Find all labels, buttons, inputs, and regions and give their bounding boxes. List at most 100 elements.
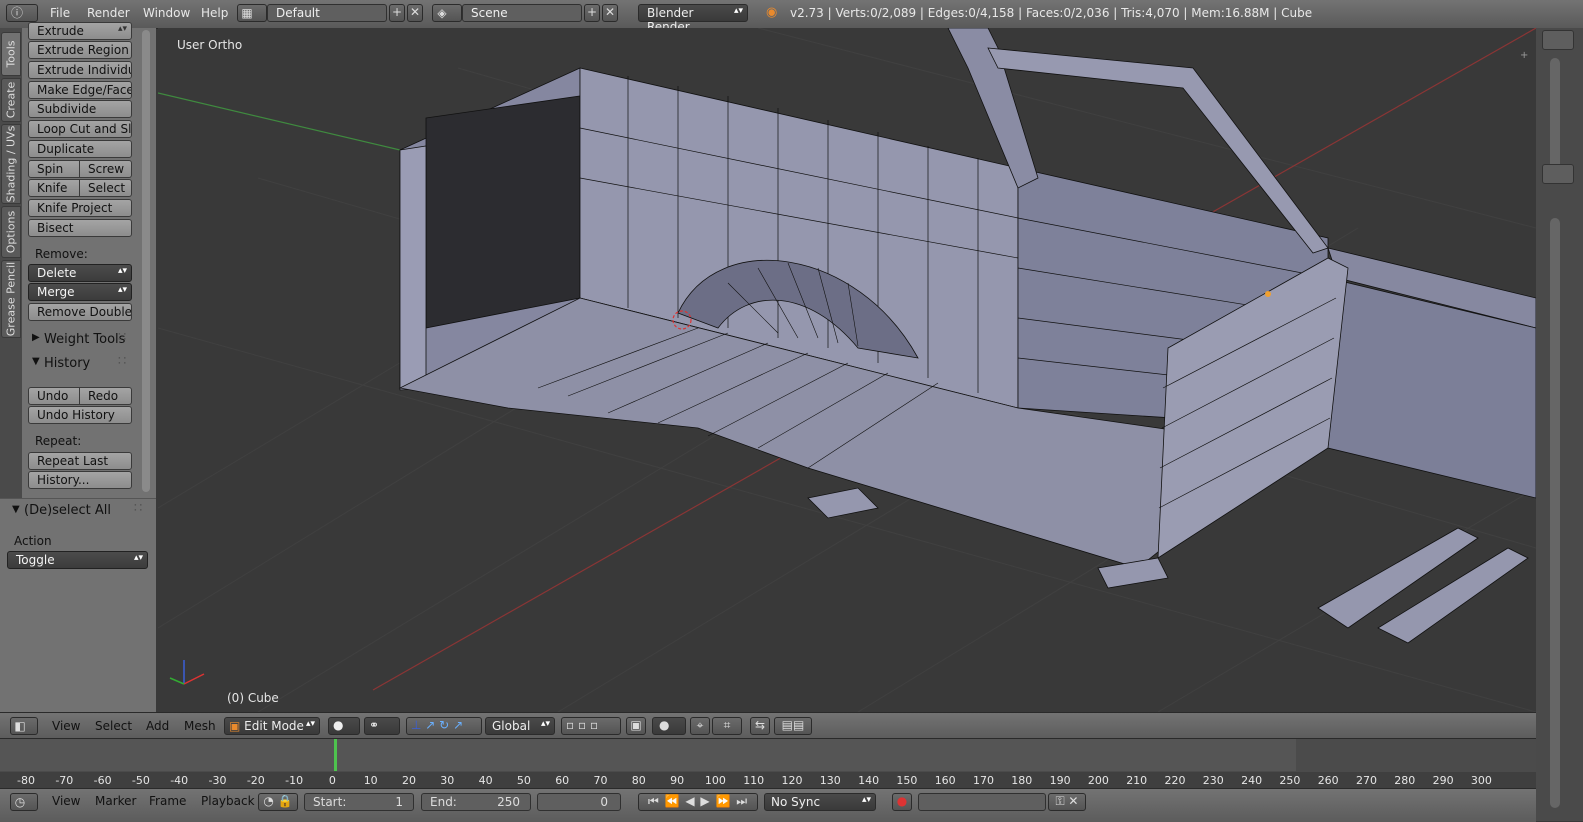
tab-grease-pencil[interactable]: Grease Pencil: [1, 260, 21, 338]
remove-layout-icon[interactable]: ✕: [407, 4, 423, 22]
screw-button[interactable]: Screw: [80, 160, 132, 178]
render-engine-dropdown[interactable]: Blender Render ▴▾: [638, 4, 748, 34]
orientation-dropdown[interactable]: Global ▴▾: [485, 717, 555, 735]
menu-select[interactable]: Select: [95, 719, 132, 733]
menu-view[interactable]: View: [52, 719, 80, 733]
keying-set-field[interactable]: [918, 793, 1046, 811]
bisect-button[interactable]: Bisect: [28, 219, 132, 237]
current-frame-indicator[interactable]: [334, 739, 337, 771]
extrude-region-button[interactable]: Extrude Region: [28, 41, 132, 59]
menu-playback[interactable]: Playback: [201, 794, 255, 808]
extrude-dropdown[interactable]: Extrude ▴▾: [28, 22, 132, 40]
snap-icon[interactable]: ⌖: [690, 717, 710, 735]
knife-select-button[interactable]: Select: [80, 179, 132, 197]
drag-handle-icon[interactable]: ∷: [118, 354, 126, 369]
menu-view[interactable]: View: [52, 794, 80, 808]
start-label: Start:: [313, 795, 347, 809]
undo-button[interactable]: Undo: [28, 387, 80, 405]
3d-viewport[interactable]: User Ortho (0) Cube +: [158, 28, 1536, 712]
tab-shading-uvs[interactable]: Shading / UVs: [1, 124, 21, 204]
timeline-tick: 110: [743, 774, 765, 787]
spin-button[interactable]: Spin: [28, 160, 80, 178]
history-panel-header[interactable]: ▼ History ∷: [22, 354, 134, 374]
sync-dropdown[interactable]: No Sync ▴▾: [764, 793, 876, 811]
mesh-canvas[interactable]: [158, 28, 1536, 712]
mode-dropdown[interactable]: ▣ Edit Mode ▴▾: [224, 717, 320, 735]
scene-stats: v2.73 | Verts:0/2,089 | Edges:0/4,158 | …: [790, 6, 1313, 20]
edit-mode-icon: ▣: [229, 719, 241, 733]
timeline-ruler[interactable]: -80 -70 -60 -50 -40 -30 -20 -10 0 10 20 30 40 50 60 70 8…: [0, 772, 1536, 788]
editor-type-button[interactable]: ◷: [10, 793, 38, 811]
delete-dropdown[interactable]: Delete ▴▾: [28, 264, 132, 282]
menu-frame[interactable]: Frame: [149, 794, 186, 808]
scene-browse-button[interactable]: ◈: [432, 4, 462, 22]
timeline[interactable]: -80 -70 -60 -50 -40 -30 -20 -10 0 10 20 30 40 50 60 70 8…: [0, 738, 1536, 789]
knife-project-button[interactable]: Knife Project: [28, 199, 132, 217]
editor-type-button[interactable]: ⓘ: [6, 4, 38, 22]
properties-scrollbar[interactable]: [1550, 218, 1560, 808]
start-frame-field[interactable]: Start: 1: [304, 793, 414, 811]
shading-dropdown[interactable]: ●: [328, 717, 360, 735]
tab-tools[interactable]: Tools: [1, 32, 21, 76]
current-frame-field[interactable]: 0: [537, 793, 621, 811]
subdivide-button[interactable]: Subdivide: [28, 100, 132, 118]
remove-scene-icon[interactable]: ✕: [602, 4, 618, 22]
timeline-tick: 80: [631, 774, 646, 787]
right-scrollbar[interactable]: [1550, 58, 1560, 178]
weight-tools-panel-header[interactable]: ▶ Weight Tools ∷: [22, 330, 134, 350]
scene-name-field[interactable]: Scene: [462, 4, 582, 22]
timeline-tick: 150: [896, 774, 918, 787]
add-scene-icon[interactable]: +: [584, 4, 600, 22]
redo-button[interactable]: Redo: [80, 387, 132, 405]
pivot-dropdown[interactable]: ⚭: [364, 717, 400, 735]
extrude-individual-button[interactable]: Extrude Individual: [28, 61, 132, 79]
drag-handle-icon[interactable]: ∷: [134, 501, 142, 516]
duplicate-button[interactable]: Duplicate: [28, 140, 132, 158]
tab-options[interactable]: Options: [1, 206, 21, 258]
collapse-arrow-icon[interactable]: ▼: [12, 504, 20, 515]
menu-mesh[interactable]: Mesh: [184, 719, 216, 733]
knife-button[interactable]: Knife: [28, 179, 80, 197]
end-frame-field[interactable]: End: 250: [421, 793, 531, 811]
remove-label: Remove:: [35, 247, 88, 261]
outliner-icon[interactable]: [1542, 30, 1574, 50]
menu-file[interactable]: File: [50, 6, 70, 20]
keyframe-insert-icons[interactable]: ⚿ ✕: [1048, 793, 1086, 811]
add-layout-icon[interactable]: +: [389, 4, 405, 22]
tab-create[interactable]: Create: [1, 78, 21, 122]
menu-render[interactable]: Render: [87, 6, 130, 20]
preview-range-icons[interactable]: ◔ 🔒: [258, 793, 298, 811]
manipulator-group[interactable]: ⊥ ↗ ↻ ↗: [406, 717, 482, 735]
add-region-icon[interactable]: +: [1520, 50, 1528, 61]
action-dropdown[interactable]: Toggle ▴▾: [7, 551, 148, 569]
playback-controls[interactable]: ⏮ ⏪ ◀ ▶ ⏩ ⏭: [638, 793, 758, 811]
merge-dropdown[interactable]: Merge ▴▾: [28, 283, 132, 301]
repeat-last-button[interactable]: Repeat Last: [28, 452, 132, 470]
toolshelf-scrollbar[interactable]: [142, 30, 150, 492]
editor-type-button[interactable]: ◧: [10, 717, 38, 735]
menu-add[interactable]: Add: [146, 719, 169, 733]
record-icon[interactable]: ●: [892, 793, 912, 811]
timeline-tick: 0: [328, 774, 336, 787]
layout-name-field[interactable]: Default: [267, 4, 387, 22]
object-label: (0) Cube: [227, 691, 279, 705]
make-edge-face-button[interactable]: Make Edge/Face: [28, 81, 132, 99]
layout-browse-button[interactable]: ▦: [237, 4, 267, 22]
scene-icon: ◈: [437, 6, 447, 20]
menu-marker[interactable]: Marker: [95, 794, 136, 808]
loop-cut-slide-button[interactable]: Loop Cut and Slide: [28, 120, 132, 138]
menu-help[interactable]: Help: [201, 6, 228, 20]
proportional-edit-dropdown[interactable]: ●: [652, 717, 686, 735]
action-label: Action: [14, 534, 52, 548]
select-mode-group[interactable]: ▫ ▫ ▫: [561, 717, 621, 735]
undo-history-button[interactable]: Undo History: [28, 406, 132, 424]
render-preview-icon[interactable]: ▤▤: [774, 717, 812, 735]
occlude-geometry-icon[interactable]: ▣: [626, 717, 646, 735]
properties-icon[interactable]: [1542, 164, 1574, 184]
snap-element-icon[interactable]: ⌗: [712, 717, 742, 735]
menu-window[interactable]: Window: [143, 6, 190, 20]
history-button[interactable]: History...: [28, 471, 132, 489]
mirror-icon[interactable]: ⇆: [750, 717, 770, 735]
remove-doubles-button[interactable]: Remove Doubles: [28, 303, 132, 321]
drag-handle-icon[interactable]: ∷: [118, 330, 126, 345]
